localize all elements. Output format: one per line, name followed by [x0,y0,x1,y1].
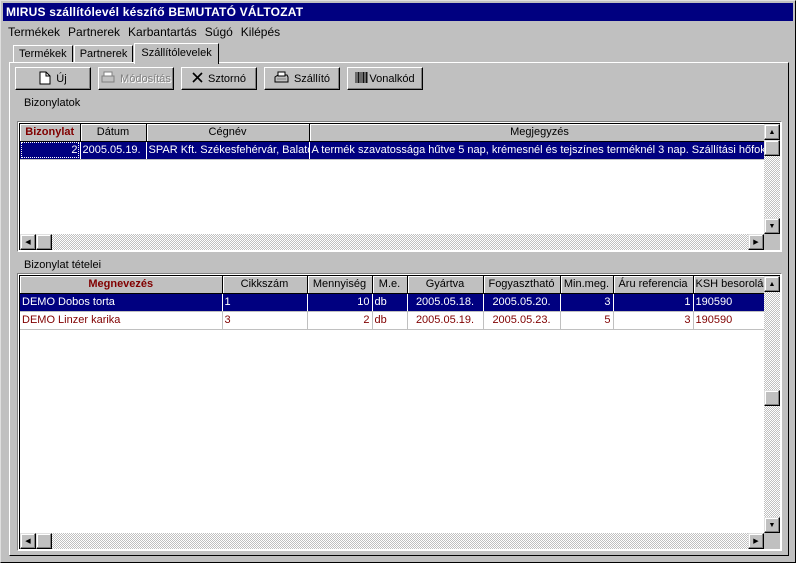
supplier-button-label: Szállító [293,72,331,85]
cell-referencia[interactable]: 1 [613,293,694,312]
new-button[interactable]: Új [15,67,91,90]
modify-button[interactable]: Módosítás [98,67,174,90]
tab-panel: Új Módosítás Sztornó Szállító Vonalkód B… [9,62,789,556]
cell-mennyiseg[interactable]: 10 [307,293,373,312]
barcode-icon [355,72,368,85]
cell-minmeg[interactable]: 5 [560,311,614,330]
col-header-gyartva[interactable]: Gyártva [407,276,484,294]
documents-header-row: Bizonylat Dátum Cégnév Megjegyzés [20,124,771,142]
cell-bizonylat[interactable]: 2 [20,141,81,160]
window-title: MIRUS szállítólevél készítő BEMUTATÓ VÁL… [3,3,793,21]
toolbar: Új Módosítás Sztornó Szállító Vonalkód [15,67,430,90]
cell-minmeg[interactable]: 3 [560,293,614,312]
documents-horizontal-scrollbar[interactable]: ◀ ▶ [20,234,764,250]
menu-karbantartas-label: Karbantartás [128,24,197,39]
modify-button-label: Módosítás [120,72,171,85]
cell-ksh[interactable]: 190590 [693,311,771,330]
document-icon [39,71,51,87]
col-header-cegnev[interactable]: Cégnév [146,124,310,142]
table-row[interactable]: DEMO Dobos torta 1 10 db 2005.05.18. 200… [20,293,771,312]
scroll-corner [764,533,780,549]
cell-me[interactable]: db [372,311,408,330]
cell-gyartva[interactable]: 2005.05.18. [407,293,484,312]
col-header-megjegyzes[interactable]: Megjegyzés [309,124,771,142]
items-section-label: Bizonylat tételei [24,259,102,271]
menu-partnerek[interactable]: Partnerek [63,25,123,39]
cancel-button-label: Sztornó [208,72,246,85]
cell-gyartva[interactable]: 2005.05.19. [407,311,484,330]
menu-partnerek-label: Partnerek [68,24,121,39]
tab-strip: Termékek Partnerek Szállítólevelek [13,43,220,64]
app-window: MIRUS szállítólevél készítő BEMUTATÓ VÁL… [0,0,796,563]
documents-section-label: Bizonylatok [24,97,81,109]
menu-kilepes[interactable]: Kilépés [236,25,283,39]
supplier-button[interactable]: Szállító [264,67,340,90]
col-header-fogyaszthato[interactable]: Fogyasztható [483,276,561,294]
table-row[interactable]: 2 2005.05.19. SPAR Kft. Székesfehérvár, … [20,141,771,160]
col-header-datum[interactable]: Dátum [80,124,147,142]
scroll-thumb[interactable] [764,140,780,156]
scroll-right-icon[interactable]: ▶ [748,234,764,250]
printer-icon [101,71,115,86]
col-header-bizonylat[interactable]: Bizonylat [20,124,81,142]
scroll-down-icon[interactable]: ▼ [764,517,780,533]
tab-szallitolevelek[interactable]: Szállítólevelek [134,43,219,64]
col-header-minmeg[interactable]: Min.meg. [560,276,614,294]
tab-partnerek[interactable]: Partnerek [73,45,134,63]
barcode-button-label: Vonalkód [369,72,415,85]
scroll-thumb[interactable] [36,234,52,250]
scroll-left-icon[interactable]: ◀ [20,533,36,549]
menu-termekek[interactable]: Termékek [3,25,63,39]
cell-cikkszam[interactable]: 3 [222,311,308,330]
menu-sugo-label: Súgó [204,24,233,39]
cell-referencia[interactable]: 3 [613,311,694,330]
col-header-me[interactable]: M.e. [372,276,408,294]
cell-mennyiseg[interactable]: 2 [307,311,373,330]
col-header-referencia[interactable]: Áru referencia [613,276,694,294]
documents-table: Bizonylat Dátum Cégnév Megjegyzés 2 2005… [20,124,771,160]
cell-datum[interactable]: 2005.05.19. [80,141,147,160]
col-header-mennyiseg[interactable]: Mennyiség [307,276,373,294]
cancel-button[interactable]: Sztornó [181,67,257,90]
scroll-up-icon[interactable]: ▲ [764,124,780,140]
scroll-left-icon[interactable]: ◀ [20,234,36,250]
cell-fogyaszthato[interactable]: 2005.05.23. [483,311,561,330]
scroll-down-icon[interactable]: ▼ [764,218,780,234]
cell-fogyaszthato[interactable]: 2005.05.20. [483,293,561,312]
cell-megjegyzes[interactable]: A termék szavatossága hűtve 5 nap, kréme… [309,141,771,160]
documents-vertical-scrollbar[interactable]: ▲ ▼ [764,124,780,234]
scroll-thumb[interactable] [36,533,52,549]
menu-kilepes-label: Kilépés [240,24,281,39]
menu-sugo[interactable]: Súgó [200,25,236,39]
x-icon [192,72,203,85]
items-table: Megnevezés Cikkszám Mennyiség M.e. Gyárt… [20,276,771,330]
table-row[interactable]: DEMO Linzer karika 3 2 db 2005.05.19. 20… [20,311,771,330]
cell-megnevezes[interactable]: DEMO Linzer karika [20,311,223,330]
scroll-right-icon[interactable]: ▶ [748,533,764,549]
scroll-up-icon[interactable]: ▲ [764,276,780,292]
col-header-ksh[interactable]: KSH besorolás [693,276,771,294]
scroll-thumb[interactable] [764,390,780,406]
col-header-cikkszam[interactable]: Cikkszám [222,276,308,294]
items-vertical-scrollbar[interactable]: ▲ ▼ [764,276,780,533]
menu-termekek-label: Termékek [8,24,61,39]
documents-grid[interactable]: Bizonylat Dátum Cégnév Megjegyzés 2 2005… [17,121,782,252]
barcode-button[interactable]: Vonalkód [347,67,423,90]
cell-megnevezes[interactable]: DEMO Dobos torta [20,293,223,312]
cell-ksh[interactable]: 190590 [693,293,771,312]
menu-karbantartas[interactable]: Karbantartás [123,25,200,39]
new-button-label: Új [56,72,67,85]
cell-me[interactable]: db [372,293,408,312]
cell-cikkszam[interactable]: 1 [222,293,308,312]
tab-termekek[interactable]: Termékek [13,45,73,63]
scroll-corner [764,234,780,250]
items-horizontal-scrollbar[interactable]: ◀ ▶ [20,533,764,549]
cell-cegnev[interactable]: SPAR Kft. Székesfehérvár, Balaton [146,141,310,160]
items-header-row: Megnevezés Cikkszám Mennyiség M.e. Gyárt… [20,276,771,294]
printer-icon [274,71,289,86]
col-header-megnevezes[interactable]: Megnevezés [20,276,223,294]
items-grid[interactable]: Megnevezés Cikkszám Mennyiség M.e. Gyárt… [17,273,782,551]
menu-bar: Termékek Partnerek Karbantartás Súgó Kil… [3,22,283,41]
